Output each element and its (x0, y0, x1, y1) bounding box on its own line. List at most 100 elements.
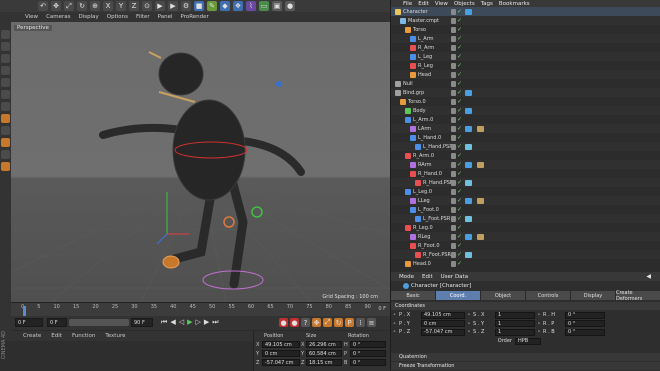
am-menu-edit[interactable]: Edit (422, 274, 433, 280)
object-row[interactable]: Head ✓ (391, 70, 660, 79)
coord-position-field[interactable]: 49.105 cm (262, 341, 300, 348)
object-name[interactable]: Character (403, 9, 428, 15)
visibility-dots-icon[interactable] (451, 260, 456, 267)
material-menu-texture[interactable]: Texture (105, 333, 125, 339)
visibility-dots-icon[interactable] (451, 197, 456, 204)
material-manager-area[interactable]: CINEMA 4D (0, 331, 253, 371)
coord-size-field[interactable]: 26.296 cm (306, 341, 342, 348)
object-name[interactable]: Head (418, 72, 431, 78)
object-row[interactable]: L_Arm.0 ✓ (391, 115, 660, 124)
attribute-value[interactable]: 1 (495, 311, 535, 319)
enabled-check-icon[interactable]: ✓ (457, 125, 462, 132)
texture-mode-icon[interactable] (1, 54, 10, 63)
key-dot-icon[interactable]: • (465, 329, 473, 335)
object-row[interactable]: R_Arm ✓ (391, 43, 660, 52)
material-menu-function[interactable]: Function (72, 333, 95, 339)
object-name[interactable]: R_Arm (418, 45, 434, 51)
tweak-mode-icon[interactable] (1, 126, 10, 135)
enabled-check-icon[interactable]: ✓ (457, 188, 462, 195)
prev-frame-icon[interactable]: ◁ (179, 318, 184, 327)
om-menu-file[interactable]: File (403, 1, 412, 7)
visibility-dots-icon[interactable] (451, 242, 456, 249)
object-row[interactable]: L_Arm ✓ (391, 34, 660, 43)
attribute-tab[interactable]: Coord. (436, 291, 481, 300)
object-name[interactable]: Torso (413, 27, 426, 33)
visibility-dots-icon[interactable] (451, 89, 456, 96)
enabled-check-icon[interactable]: ✓ (457, 62, 462, 69)
enabled-check-icon[interactable]: ✓ (457, 35, 462, 42)
key-pla-icon[interactable]: ⁞ (356, 318, 365, 327)
move-icon[interactable]: ✥ (51, 1, 61, 11)
attribute-value[interactable]: 0 ° (565, 320, 605, 327)
visibility-dots-icon[interactable] (451, 116, 456, 123)
visibility-dots-icon[interactable] (451, 134, 456, 141)
visibility-dots-icon[interactable] (451, 71, 456, 78)
object-name[interactable]: L_Leg.0 (413, 189, 432, 195)
object-tag-icon[interactable] (465, 8, 472, 15)
visibility-dots-icon[interactable] (451, 188, 456, 195)
coordinates-section[interactable]: Coordinates (391, 302, 660, 310)
autokey-icon[interactable]: ● (290, 318, 299, 327)
visibility-dots-icon[interactable] (451, 224, 456, 231)
object-tag-icon[interactable] (477, 125, 484, 132)
x-axis-icon[interactable]: X (103, 1, 113, 11)
visibility-dots-icon[interactable] (451, 80, 456, 87)
floor-icon[interactable]: ▭ (259, 1, 269, 11)
attribute-tab[interactable]: Basic (391, 291, 436, 300)
attribute-tab[interactable]: Object (481, 291, 526, 300)
start-frame-field[interactable]: 0 F (47, 318, 67, 327)
key-dot-icon[interactable]: • (391, 329, 399, 335)
visibility-dots-icon[interactable] (451, 161, 456, 168)
deformer-icon[interactable]: ⌇ (246, 1, 256, 11)
coord-rotation-field[interactable]: 0 ° (350, 359, 386, 366)
object-name[interactable]: Bind.grp (403, 90, 424, 96)
visibility-dots-icon[interactable] (451, 53, 456, 60)
object-name[interactable]: L_Arm.0 (413, 117, 433, 123)
viewport-menu-view[interactable]: View (25, 14, 38, 20)
object-name[interactable]: Master.cmpt (408, 18, 439, 24)
object-name[interactable]: R_Hand.PSR (423, 180, 453, 186)
object-row[interactable]: Null ✓ (391, 79, 660, 88)
object-tag-icon[interactable] (465, 161, 472, 168)
am-menu-mode[interactable]: Mode (399, 274, 414, 280)
object-tag-icon[interactable] (465, 179, 472, 186)
object-row[interactable]: LLeg ✓ (391, 196, 660, 205)
axis-mode-icon[interactable] (1, 114, 10, 123)
key-rotation-icon[interactable]: ↻ (334, 318, 343, 327)
om-menu-edit[interactable]: Edit (418, 1, 429, 7)
polygons-mode-icon[interactable] (1, 102, 10, 111)
enabled-check-icon[interactable]: ✓ (457, 206, 462, 213)
object-name[interactable]: L_Leg (418, 54, 432, 60)
object-name[interactable]: L_Hand.0 (418, 135, 441, 141)
object-tag-icon[interactable] (465, 215, 472, 222)
enabled-check-icon[interactable]: ✓ (457, 224, 462, 231)
viewport-menu-cameras[interactable]: Cameras (46, 14, 70, 20)
coord-rotation-field[interactable]: 0 ° (350, 350, 386, 357)
object-name[interactable]: LLeg (418, 198, 430, 204)
object-tag-icon[interactable] (465, 89, 472, 96)
order-dropdown[interactable]: HPB (515, 337, 541, 345)
object-row[interactable]: L_Leg ✓ (391, 52, 660, 61)
attribute-tab[interactable]: Create Deformers (616, 290, 660, 302)
enabled-check-icon[interactable]: ✓ (457, 134, 462, 141)
om-menu-tags[interactable]: Tags (481, 1, 493, 7)
object-name[interactable]: RArm (418, 162, 432, 168)
edges-mode-icon[interactable] (1, 90, 10, 99)
enabled-check-icon[interactable]: ✓ (457, 17, 462, 24)
z-axis-icon[interactable]: Z (129, 1, 139, 11)
solo-icon[interactable] (1, 162, 10, 171)
enabled-check-icon[interactable]: ✓ (457, 26, 462, 33)
camera-icon[interactable]: ▣ (272, 1, 282, 11)
enabled-check-icon[interactable]: ✓ (457, 260, 462, 267)
viewport-menu-prorender[interactable]: ProRender (181, 14, 209, 20)
object-row[interactable]: Torso.0 ✓ (391, 97, 660, 106)
model-mode-icon[interactable] (1, 42, 10, 51)
visibility-dots-icon[interactable] (451, 107, 456, 114)
object-row[interactable]: Bind.grp ✓ (391, 88, 660, 97)
play-icon[interactable]: ▶ (187, 318, 192, 327)
visibility-dots-icon[interactable] (451, 26, 456, 33)
object-row[interactable]: R_Arm.0 ✓ (391, 151, 660, 160)
object-name[interactable]: R_Foot.PSR (423, 252, 451, 258)
object-row[interactable]: LArm ✓ (391, 124, 660, 133)
visibility-dots-icon[interactable] (451, 125, 456, 132)
